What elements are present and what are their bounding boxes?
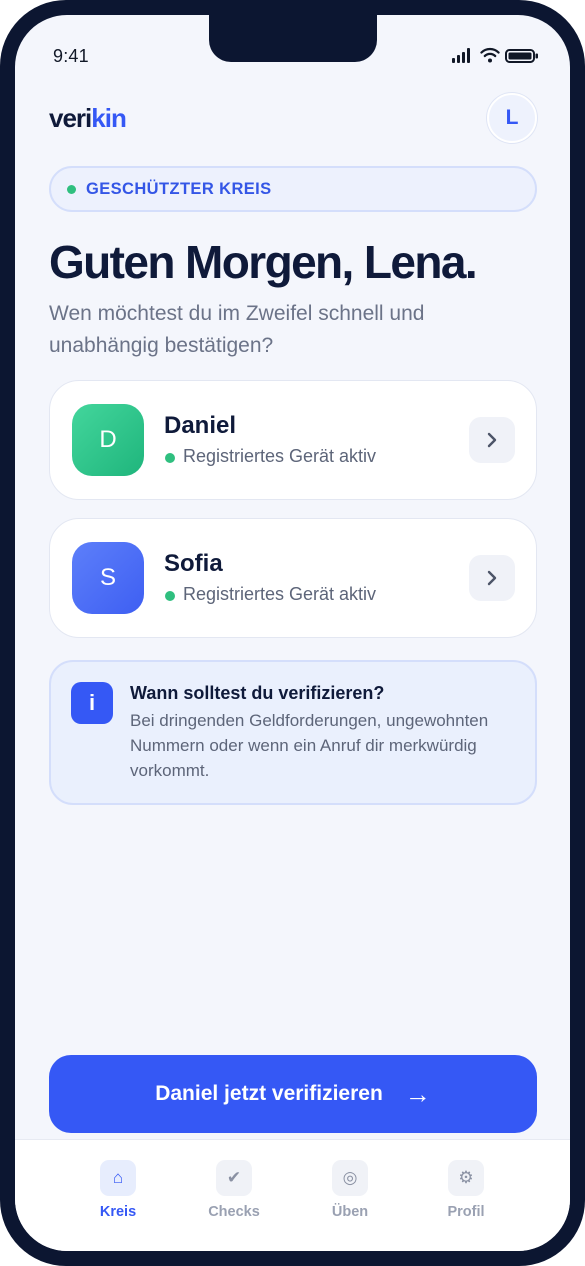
app-logo[interactable]: verikin <box>49 103 127 134</box>
gear-icon: ⚙ <box>448 1160 484 1196</box>
contact-status: Registriertes Gerät aktiv <box>183 446 377 466</box>
signal-icon <box>452 47 472 63</box>
logo-part2: kin <box>91 103 127 133</box>
tab-label: Profil <box>447 1204 485 1220</box>
profile-avatar[interactable]: L <box>487 93 537 143</box>
info-body: Bei dringenden Geldforderungen, ungewohn… <box>130 711 489 780</box>
arrow-right-icon: → <box>404 1078 431 1109</box>
cta-label: Daniel jetzt verifizieren <box>155 1082 383 1105</box>
active-dot-icon <box>165 591 175 601</box>
contact-name: Daniel <box>164 412 237 439</box>
target-icon: ◎ <box>332 1160 368 1196</box>
tab-checks[interactable]: ✔ Checks <box>189 1160 279 1230</box>
verify-daniel-button[interactable]: Daniel jetzt verifizieren → <box>49 1055 537 1133</box>
check-icon: ✔ <box>216 1160 252 1196</box>
device-notch <box>209 15 377 62</box>
protected-circle-badge: GESCHÜTZTER KREIS <box>49 166 537 212</box>
contact-name: Sofia <box>164 550 223 577</box>
phone-frame: 9:41 verikin L GESCHÜTZTER KREIS Guten M… <box>0 0 585 1266</box>
chevron-right-icon[interactable] <box>469 417 515 463</box>
tab-label: Kreis <box>99 1204 137 1220</box>
home-icon: ⌂ <box>100 1160 136 1196</box>
contact-avatar: D <box>72 404 144 476</box>
app-header: verikin L <box>49 93 537 143</box>
contact-card-daniel[interactable]: D Daniel Registriertes Gerät aktiv <box>49 380 537 500</box>
greeting-subtitle: Wen möchtest du im Zweifel schnell und u… <box>49 302 425 357</box>
wifi-icon <box>480 47 500 63</box>
status-dot-icon <box>67 185 76 194</box>
info-title: Wann solltest du verifizieren? <box>130 683 385 703</box>
contact-avatar: S <box>72 542 144 614</box>
tab-label: Üben <box>331 1204 369 1220</box>
greeting-title: Guten Morgen, Lena. <box>49 236 478 288</box>
battery-icon <box>505 49 538 63</box>
app-screen: 9:41 verikin L GESCHÜTZTER KREIS Guten M… <box>15 15 570 1251</box>
tab-kreis[interactable]: ⌂ Kreis <box>73 1160 163 1230</box>
info-icon: i <box>71 682 113 724</box>
info-box: i Wann solltest du verifizieren? Bei dri… <box>49 660 537 805</box>
chevron-right-icon[interactable] <box>469 555 515 601</box>
tab-ueben[interactable]: ◎ Üben <box>305 1160 395 1230</box>
contact-status: Registriertes Gerät aktiv <box>183 584 377 604</box>
logo-part1: veri <box>49 103 92 133</box>
badge-label: GESCHÜTZTER KREIS <box>86 180 272 198</box>
tab-label: Checks <box>208 1204 260 1220</box>
tab-profil[interactable]: ⚙ Profil <box>421 1160 511 1230</box>
status-time: 9:41 <box>53 46 89 66</box>
contact-card-sofia[interactable]: S Sofia Registriertes Gerät aktiv <box>49 518 537 638</box>
bottom-tab-bar: ⌂ Kreis ✔ Checks ◎ Üben ⚙ Profil <box>15 1139 570 1251</box>
active-dot-icon <box>165 453 175 463</box>
